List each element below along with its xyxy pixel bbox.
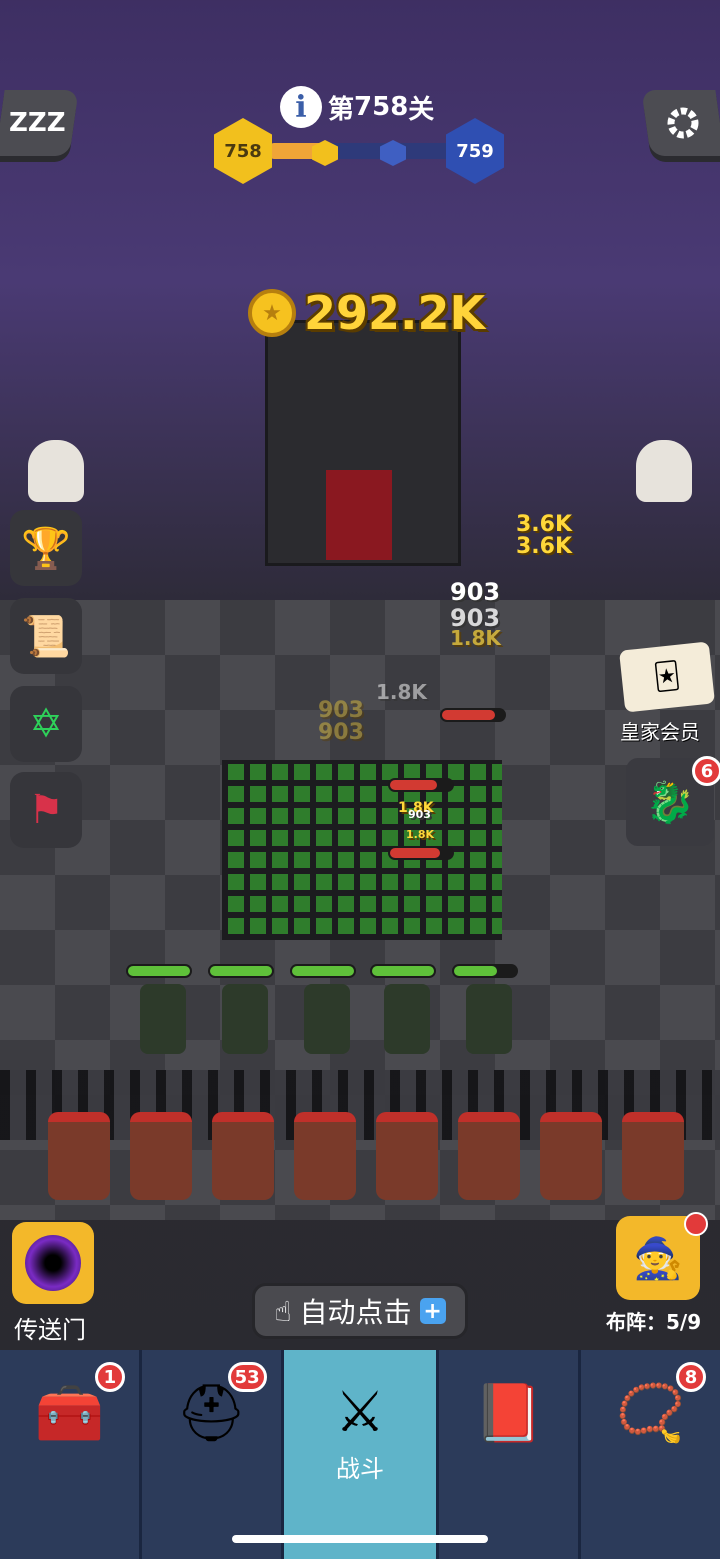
scroll-icon: 📜 [21,613,71,660]
reserve-unit [212,1112,274,1200]
damage-number: 903 [450,578,501,606]
hexagram-button[interactable]: ✡ [10,686,82,762]
hexagram-icon: ✡ [29,701,63,747]
settings-button[interactable] [641,90,720,156]
treasure-chest-icon: 🧰 [34,1381,105,1446]
auto-click-label: 自动点击 [299,1296,412,1329]
skull-statue-left [28,440,84,502]
podium-icon: 🏆 [21,525,71,572]
sleep-button[interactable]: ZZZ [0,90,79,156]
portal-button[interactable] [12,1222,94,1304]
level-suffix: 关 [408,94,435,125]
coin-icon: ★ [248,289,296,337]
damage-number: 1.8K [406,828,435,841]
home-indicator[interactable] [232,1535,488,1543]
damage-number: 1.8K [376,680,427,704]
crossed-swords-icon: ⚔ [334,1380,386,1445]
reserve-unit [294,1112,356,1200]
ally-hp-bar [452,964,518,978]
rank-button[interactable]: 🏆 [10,510,82,586]
hero-portrait-icon: 🧙 [633,1235,683,1282]
damage-number: 903 [318,720,364,745]
reserve-unit [622,1112,684,1200]
reserve-unit [540,1112,602,1200]
gear-icon [667,107,699,139]
flag-icon: ⚑ [28,787,64,833]
enemy-hp-bar [388,778,454,792]
dragon-icon: 🐉 [645,779,695,826]
enemy-hp-bar [440,708,506,722]
plus-icon: + [419,1298,446,1324]
bottom-nav: 🧰 1 ⛑ 53 ⚔ 战斗 📕 📿 8 [0,1350,720,1559]
royal-member-label: 皇家会员 [620,720,700,744]
ally-unit [304,984,350,1054]
reserve-unit [48,1112,110,1200]
level-prefix: 第 [328,94,355,125]
ally-hp-bar [208,964,274,978]
ally-hp-bar [126,964,192,978]
coin-value: 292.2K [304,286,486,340]
nav-tab-heroes[interactable]: ⛑ 53 [142,1350,284,1559]
reserve-unit [458,1112,520,1200]
portal-icon [25,1235,81,1291]
nav-label: 战斗 [336,1455,384,1483]
info-icon[interactable]: i [280,86,322,128]
spawn-grid [222,760,502,940]
nav-badge: 53 [227,1362,267,1392]
ally-unit [222,984,268,1054]
formation-text: 布阵： [606,1310,666,1334]
formation-value: 5/9 [666,1310,702,1334]
spell-book-icon: 📕 [473,1381,544,1446]
sleep-icon: ZZZ [8,108,66,138]
portal-label: 传送门 [14,1316,86,1344]
level-progress-bar [270,143,450,159]
ally-unit [466,984,512,1054]
coin-counter: ★ 292.2K [248,286,485,340]
castle-gate [326,470,392,560]
nav-badge: 1 [94,1362,125,1392]
reserve-unit [130,1112,192,1200]
current-level-badge: 758 [214,118,272,184]
next-level-badge: 759 [446,118,504,184]
nav-tab-amulet[interactable]: 📿 8 [581,1350,720,1559]
ally-hp-bar [290,964,356,978]
nav-tab-battle[interactable]: ⚔ 战斗 [283,1350,440,1559]
nav-tab-chest[interactable]: 🧰 1 [0,1350,142,1559]
skull-statue-right [636,440,692,502]
enemy-hp-bar [388,846,454,860]
nav-tab-spellbook[interactable]: 📕 [439,1350,582,1559]
damage-number: 1.8K [450,626,501,650]
auto-click-button[interactable]: ☝ 自动点击 + [252,1283,468,1339]
event-button[interactable]: ⚑ [10,772,82,848]
ally-unit [140,984,186,1054]
damage-number: 903 [408,808,431,821]
amulet-icon: 📿 [615,1381,686,1446]
quest-scroll-button[interactable]: 📜 [10,598,82,674]
ally-hp-bar [370,964,436,978]
tap-hand-icon: ☝ [274,1294,292,1328]
dragon-badge: 6 [692,756,720,786]
royal-member-card[interactable]: 🃏 [619,641,715,713]
level-number: 758 [354,92,409,122]
formation-alert-dot [684,1212,708,1236]
nav-badge: 8 [676,1362,707,1392]
damage-number: 3.6K [516,534,573,559]
reserve-unit [376,1112,438,1200]
formation-label: 布阵：5/9 [606,1306,701,1335]
ally-unit [384,984,430,1054]
card-icon: 🃏 [652,660,682,694]
level-title: i 第 758 关 [280,86,434,128]
